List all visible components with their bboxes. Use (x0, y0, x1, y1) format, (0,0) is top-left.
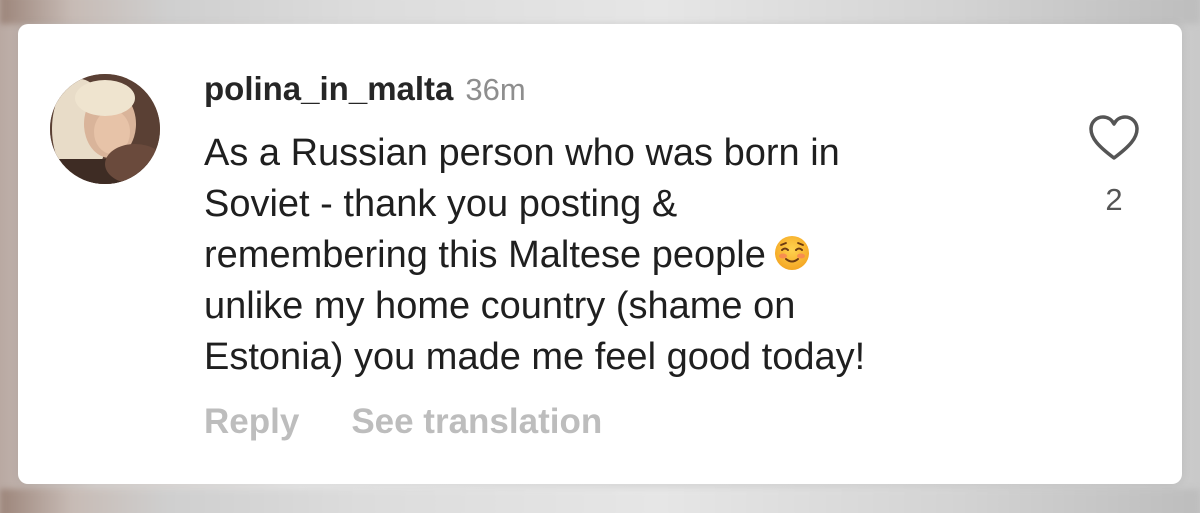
comment-line: Soviet - thank you posting & (204, 183, 678, 225)
like-count: 2 (1105, 182, 1123, 217)
comment-card: polina_in_malta 36m As a Russian person … (18, 24, 1182, 484)
comment-text: As a Russian person who was born in Sovi… (204, 128, 1024, 383)
avatar[interactable] (50, 74, 160, 184)
username-link[interactable]: polina_in_malta (204, 70, 453, 108)
blurred-background-bottom (0, 489, 1200, 513)
blurred-background-top (0, 0, 1200, 24)
comment-actions: Reply See translation (204, 402, 602, 442)
comment-line: As a Russian person who was born in (204, 132, 840, 174)
comment-line: Estonia) you made me feel good today! (204, 336, 866, 378)
heart-icon[interactable] (1088, 114, 1140, 162)
comment-line-text: remembering this Maltese people (204, 234, 766, 276)
comment-timestamp: 36m (465, 72, 526, 107)
comment-header: polina_in_malta 36m (204, 70, 526, 110)
avatar-photo (50, 74, 160, 184)
smiling-face-with-blush-icon (774, 236, 809, 270)
comment-line: unlike my home country (shame on (204, 285, 796, 327)
comment-line: remembering this Maltese people (204, 230, 1024, 281)
reply-button[interactable]: Reply (204, 402, 299, 442)
see-translation-button[interactable]: See translation (351, 402, 602, 442)
